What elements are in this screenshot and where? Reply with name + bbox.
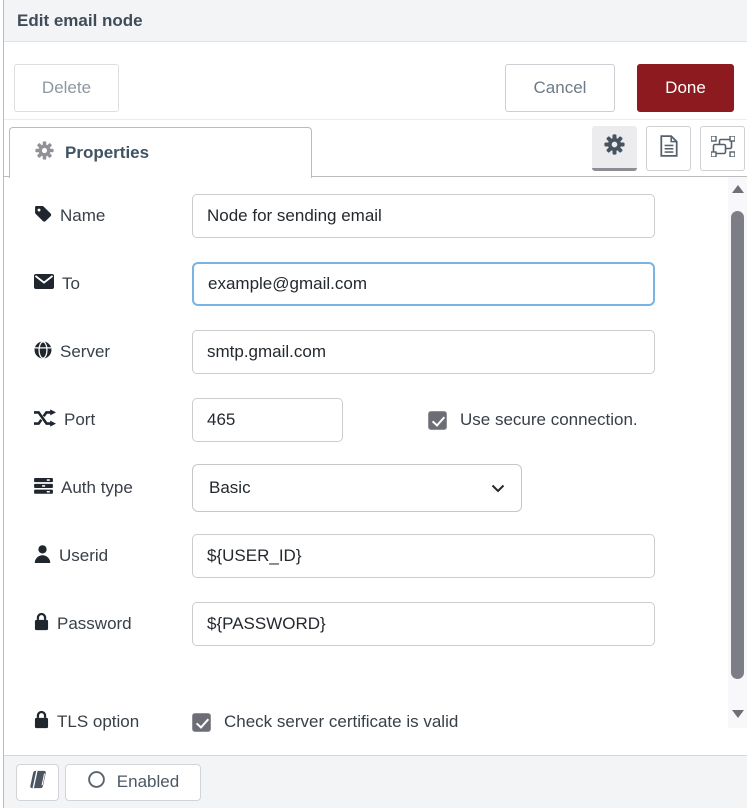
password-input[interactable] (192, 602, 655, 646)
dialog-title: Edit email node (17, 11, 143, 31)
scroll-down-arrow[interactable] (732, 710, 744, 718)
tab-bar: Properties (4, 120, 747, 177)
name-label: Name (34, 205, 192, 228)
enabled-label: Enabled (117, 772, 179, 792)
name-row: Name (34, 194, 655, 238)
form-scrollbar[interactable] (728, 177, 747, 728)
port-row: Port Use secure connection. (34, 398, 655, 442)
properties-form: Name To (4, 177, 747, 755)
chevron-down-icon (491, 478, 505, 498)
circle-icon (87, 770, 106, 794)
stack-icon (34, 478, 53, 499)
tab-properties-label: Properties (65, 143, 149, 163)
edit-node-tray: Edit email node Delete Cancel Done (3, 0, 747, 808)
tag-icon (34, 205, 52, 228)
auth-type-row: Auth type Basic (34, 466, 655, 510)
server-label: Server (34, 341, 192, 364)
envelope-icon (34, 274, 54, 294)
auth-type-label: Auth type (34, 478, 192, 499)
gear-icon (604, 134, 625, 160)
tab-icon-buttons (592, 126, 745, 171)
document-icon (660, 135, 678, 162)
to-input[interactable] (192, 262, 655, 306)
tls-certificate-label: Check server certificate is valid (224, 712, 458, 732)
port-label: Port (34, 409, 192, 432)
lock-icon (34, 710, 49, 734)
tab-properties[interactable]: Properties (9, 127, 312, 178)
tray-footer: Enabled (4, 755, 747, 808)
userid-input[interactable] (192, 534, 655, 578)
scrollbar-thumb[interactable] (731, 211, 744, 679)
to-label: To (34, 274, 192, 294)
secure-connection-label: Use secure connection. (460, 410, 638, 430)
globe-icon (34, 341, 52, 364)
userid-row: Userid (34, 534, 655, 578)
gear-icon (35, 141, 54, 165)
node-enabled-toggle[interactable]: Enabled (65, 764, 201, 801)
server-input[interactable] (192, 330, 655, 374)
tls-certificate-checkbox[interactable] (192, 713, 211, 732)
book-icon (26, 770, 48, 794)
description-tab-button[interactable] (646, 126, 691, 171)
port-input[interactable] (192, 398, 343, 442)
delete-button[interactable]: Delete (14, 64, 119, 112)
done-button[interactable]: Done (637, 64, 734, 112)
shuffle-icon (34, 409, 56, 432)
tls-option-label: TLS option (34, 710, 192, 734)
scroll-up-arrow[interactable] (732, 185, 744, 193)
secure-connection-checkbox[interactable] (428, 411, 447, 430)
appearance-tab-button[interactable] (700, 126, 745, 171)
tray-header: Edit email node (4, 0, 747, 42)
auth-type-select[interactable]: Basic (192, 464, 522, 512)
password-row: Password (34, 602, 655, 646)
appearance-icon (711, 136, 735, 162)
password-label: Password (34, 612, 192, 636)
server-row: Server (34, 330, 655, 374)
properties-gear-button[interactable] (592, 126, 637, 171)
node-help-button[interactable] (16, 764, 59, 801)
auth-type-value: Basic (209, 478, 491, 498)
name-input[interactable] (192, 194, 655, 238)
secure-connection-group: Use secure connection. (428, 410, 638, 430)
tray-toolbar: Delete Cancel Done (4, 42, 747, 120)
to-row: To (34, 262, 655, 306)
lock-icon (34, 612, 49, 636)
userid-label: Userid (34, 545, 192, 568)
user-icon (34, 545, 51, 568)
tls-option-row: TLS option Check server certificate is v… (34, 700, 655, 744)
cancel-button[interactable]: Cancel (505, 64, 615, 112)
